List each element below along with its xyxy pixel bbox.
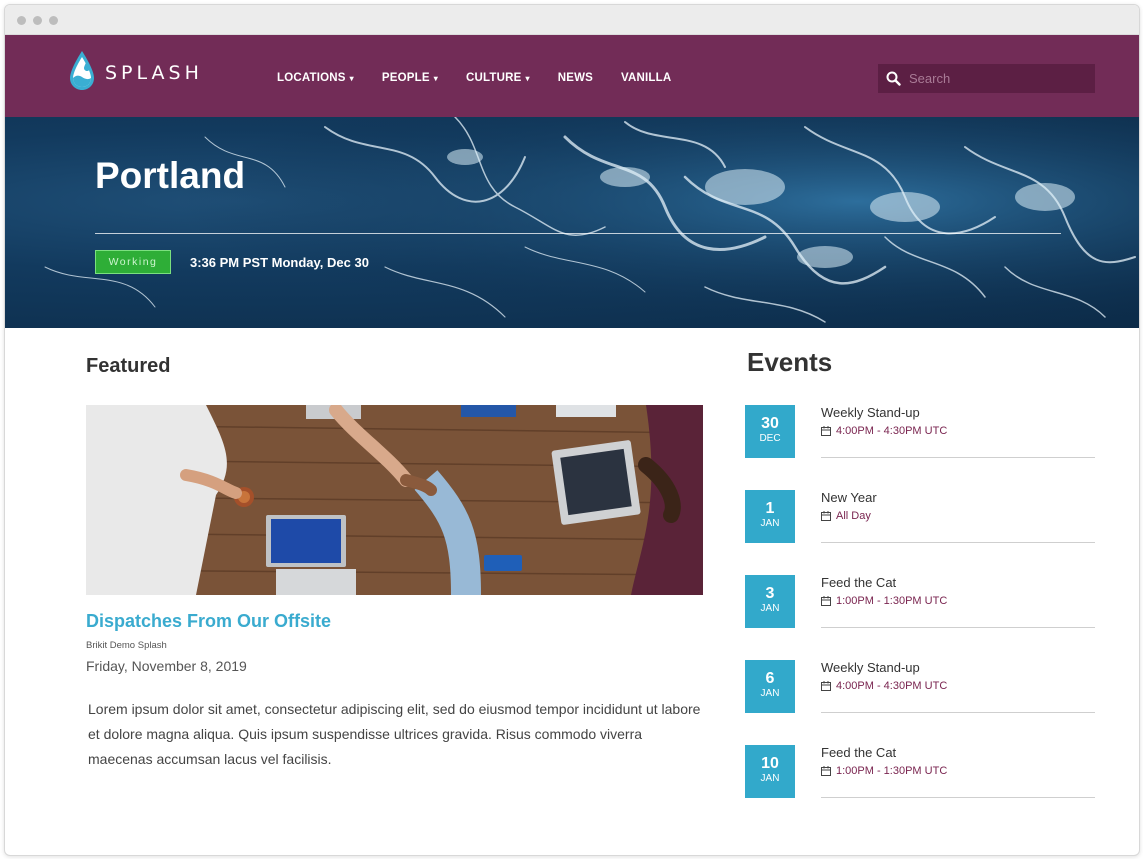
featured-excerpt: Lorem ipsum dolor sit amet, consectetur … xyxy=(88,701,701,767)
maximize-window-button[interactable] xyxy=(49,16,58,25)
event-divider xyxy=(821,712,1095,713)
event-day: 6 xyxy=(765,670,775,687)
calendar-icon xyxy=(821,511,831,521)
event-time: 4:00PM - 4:30PM UTC xyxy=(821,680,947,692)
event-month: JAN xyxy=(760,688,780,699)
hero-divider xyxy=(95,233,1061,234)
brand-name: SPLASH xyxy=(105,62,203,84)
event-month: JAN xyxy=(760,518,780,529)
event-time: 1:00PM - 1:30PM UTC xyxy=(821,765,947,777)
local-time: 3:36 PM PST Monday, Dec 30 xyxy=(190,255,369,270)
event-day: 30 xyxy=(761,415,779,432)
water-drop-icon xyxy=(70,51,94,90)
ocean-background-image xyxy=(5,117,1139,328)
event-item[interactable]: 6 JAN Weekly Stand-up 4:00PM - 4:30PM UT… xyxy=(745,660,1095,715)
nav-item-label: PEOPLE xyxy=(381,72,430,84)
search-input[interactable] xyxy=(909,71,1079,86)
event-divider xyxy=(821,542,1095,543)
event-month: JAN xyxy=(760,773,780,784)
search-icon[interactable] xyxy=(886,71,901,86)
nav-item-label: LOCATIONS xyxy=(277,72,346,84)
event-item[interactable]: 1 JAN New Year All Day xyxy=(745,490,1095,545)
featured-date: Friday, November 8, 2019 xyxy=(86,658,247,674)
window-controls xyxy=(17,16,58,25)
chevron-down-icon: ▾ xyxy=(525,73,530,83)
event-title[interactable]: Feed the Cat xyxy=(821,745,896,760)
nav-item-label: NEWS xyxy=(557,72,593,84)
featured-heading: Featured xyxy=(86,355,171,377)
nav-item-people[interactable]: PEOPLE ▾ xyxy=(382,72,438,84)
event-month: DEC xyxy=(759,433,781,444)
event-date-badge[interactable]: 1 JAN xyxy=(745,490,795,543)
event-time: 4:00PM - 4:30PM UTC xyxy=(821,425,947,437)
events-heading: Events xyxy=(747,347,833,377)
event-day: 1 xyxy=(765,500,775,517)
event-divider xyxy=(821,457,1095,458)
event-day: 3 xyxy=(765,585,775,602)
event-title[interactable]: Weekly Stand-up xyxy=(821,660,920,675)
calendar-icon xyxy=(821,681,831,691)
nav-item-vanilla[interactable]: VANILLA xyxy=(621,72,671,84)
browser-window: SPLASH LOCATIONS ▾ PEOPLE ▾ CULTURE ▾ NE… xyxy=(4,4,1140,856)
event-date-badge[interactable]: 10 JAN xyxy=(745,745,795,798)
featured-article-link[interactable]: Dispatches From Our Offsite xyxy=(86,611,331,632)
calendar-icon xyxy=(821,766,831,776)
splash-logo[interactable]: SPLASH xyxy=(67,49,203,93)
event-month: JAN xyxy=(760,603,780,614)
event-time-text: 4:00PM - 4:30PM UTC xyxy=(836,680,948,692)
event-item[interactable]: 10 JAN Feed the Cat 1:00PM - 1:30PM UTC xyxy=(745,745,1095,800)
event-day: 10 xyxy=(761,755,779,772)
event-title[interactable]: Feed the Cat xyxy=(821,575,896,590)
status-badge: Working xyxy=(95,250,171,274)
event-date-badge[interactable]: 30 DEC xyxy=(745,405,795,458)
office-meeting-photo xyxy=(86,405,703,595)
event-title[interactable]: New Year xyxy=(821,490,877,505)
event-time-text: 1:00PM - 1:30PM UTC xyxy=(836,765,948,777)
event-item[interactable]: 30 DEC Weekly Stand-up 4:00PM - 4:30PM U… xyxy=(745,405,1095,460)
nav-item-culture[interactable]: CULTURE ▾ xyxy=(466,72,530,84)
event-item[interactable]: 3 JAN Feed the Cat 1:00PM - 1:30PM UTC xyxy=(745,575,1095,630)
event-divider xyxy=(821,627,1095,628)
featured-image[interactable] xyxy=(86,405,703,595)
close-window-button[interactable] xyxy=(17,16,26,25)
nav-item-locations[interactable]: LOCATIONS ▾ xyxy=(277,72,354,84)
nav-item-label: CULTURE xyxy=(465,72,522,84)
event-divider xyxy=(821,797,1095,798)
search-box[interactable] xyxy=(878,64,1095,93)
nav-item-label: VANILLA xyxy=(621,72,672,84)
calendar-icon xyxy=(821,426,831,436)
event-time-text: 4:00PM - 4:30PM UTC xyxy=(836,425,948,437)
event-date-badge[interactable]: 3 JAN xyxy=(745,575,795,628)
calendar-icon xyxy=(821,596,831,606)
location-title: Portland xyxy=(95,155,246,196)
featured-author: Brikit Demo Splash xyxy=(86,640,167,651)
event-date-badge[interactable]: 6 JAN xyxy=(745,660,795,713)
minimize-window-button[interactable] xyxy=(33,16,42,25)
top-navbar: SPLASH LOCATIONS ▾ PEOPLE ▾ CULTURE ▾ NE… xyxy=(5,35,1139,117)
chevron-down-icon: ▾ xyxy=(433,73,438,83)
event-title[interactable]: Weekly Stand-up xyxy=(821,405,920,420)
nav-item-news[interactable]: NEWS xyxy=(558,72,593,84)
event-time: All Day xyxy=(821,510,871,522)
window-titlebar xyxy=(5,5,1139,35)
event-time: 1:00PM - 1:30PM UTC xyxy=(821,595,947,607)
chevron-down-icon: ▾ xyxy=(349,73,354,83)
event-time-text: All Day xyxy=(836,510,871,522)
main-nav: LOCATIONS ▾ PEOPLE ▾ CULTURE ▾ NEWS VANI… xyxy=(277,72,699,84)
location-hero: Portland Working 3:36 PM PST Monday, Dec… xyxy=(5,117,1139,328)
event-time-text: 1:00PM - 1:30PM UTC xyxy=(836,595,948,607)
